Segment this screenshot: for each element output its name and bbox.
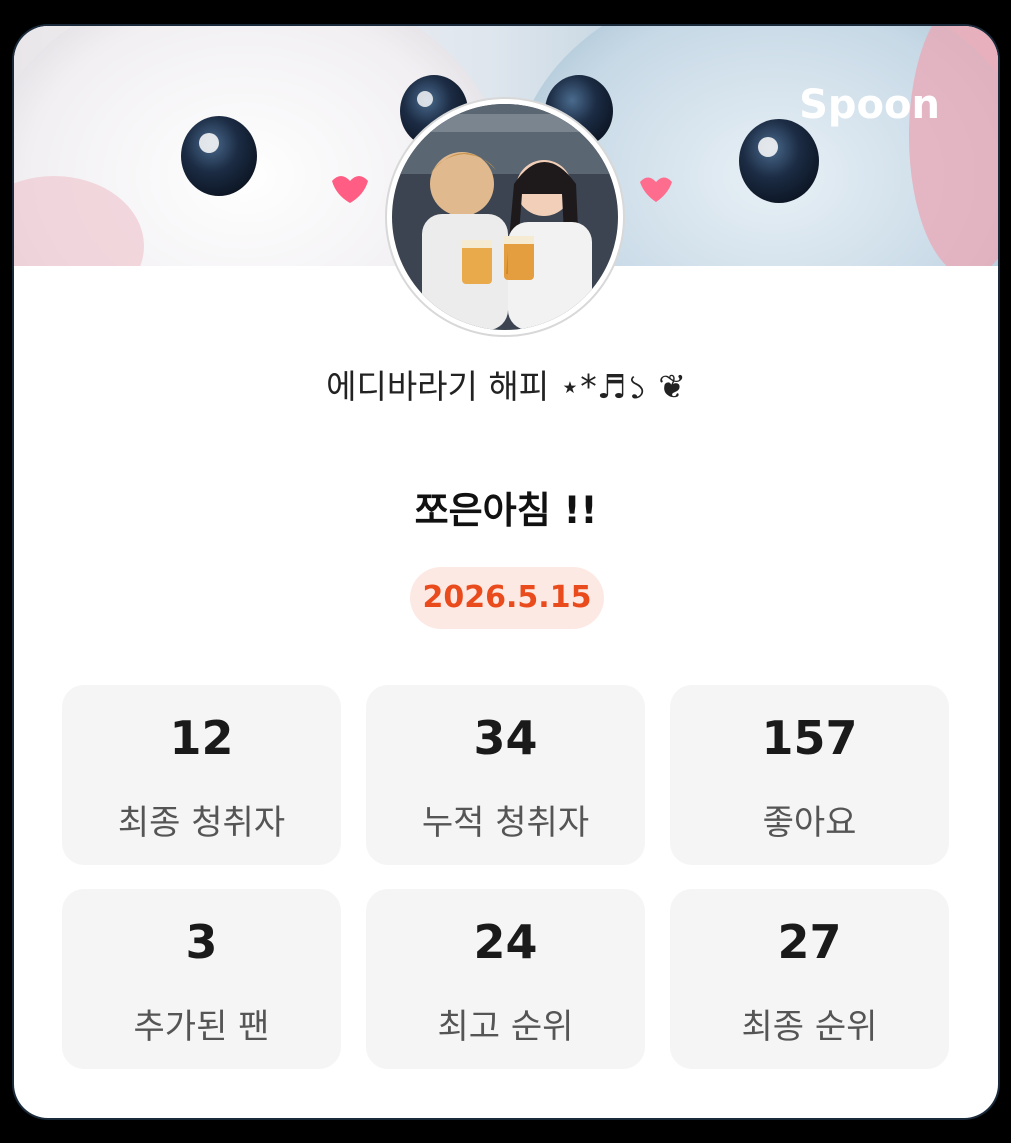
avatar-photo (392, 104, 618, 330)
live-summary-card: Spoon 에디바라기 해피 ⋆*♬১ ❦ 쪼은아침 !! 2026.5.15 (14, 26, 998, 1118)
stat-final-listeners: 12 최종 청취자 (62, 685, 341, 865)
dj-nickname: 에디바라기 해피 ⋆*♬১ ❦ (326, 367, 686, 406)
live-title: 쪼은아침 !! (414, 489, 598, 532)
stat-value: 12 (169, 711, 234, 765)
stat-label: 좋아요 (762, 803, 857, 843)
stat-best-rank: 24 최고 순위 (366, 889, 645, 1069)
stat-label: 최종 순위 (741, 1007, 878, 1047)
stat-value: 24 (473, 915, 538, 969)
stat-total-listeners: 34 누적 청취자 (366, 685, 645, 865)
stat-label: 누적 청취자 (421, 803, 590, 843)
stat-new-fans: 3 추가된 팬 (62, 889, 341, 1069)
date-badge: 2026.5.15 (410, 567, 604, 629)
stat-label: 최종 청취자 (117, 803, 286, 843)
profile-avatar[interactable] (387, 99, 623, 335)
stat-likes: 157 좋아요 (670, 685, 949, 865)
stat-label: 추가된 팬 (133, 1007, 270, 1047)
stat-value: 157 (761, 711, 858, 765)
stat-final-rank: 27 최종 순위 (670, 889, 949, 1069)
stat-value: 34 (473, 711, 538, 765)
stat-label: 최고 순위 (437, 1007, 574, 1047)
stat-value: 3 (185, 915, 218, 969)
spoon-logo: Spoon (799, 82, 940, 128)
stat-value: 27 (777, 915, 842, 969)
